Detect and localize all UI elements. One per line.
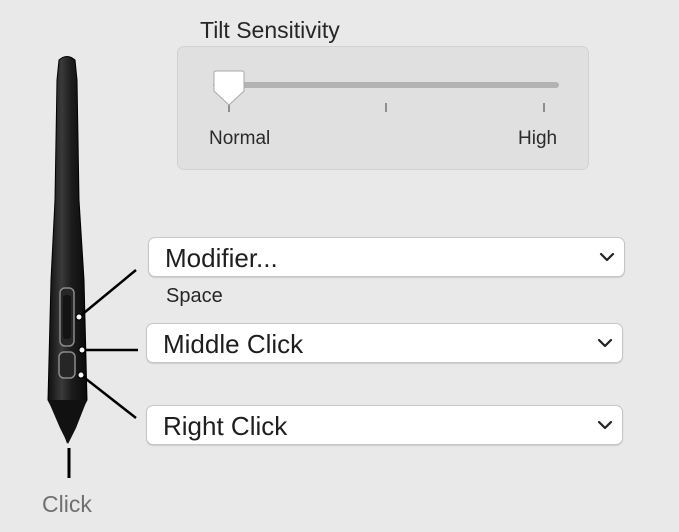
lower-switch-selected-value: Right Click (163, 411, 288, 441)
middle-switch-selected-value: Middle Click (163, 329, 304, 359)
upper-switch-modifier-key: Space (166, 285, 223, 307)
chevron-down-icon (599, 252, 615, 262)
upper-switch-selected-value: Modifier... (165, 243, 278, 273)
upper-switch-dropdown[interactable]: Modifier... (148, 237, 625, 277)
pen-tip-label: Click (42, 491, 92, 517)
upper-switch-leader-line (78, 269, 137, 318)
lower-switch-leader-line (80, 374, 137, 419)
middle-switch-dropdown[interactable]: Middle Click (146, 323, 623, 363)
chevron-down-icon (597, 420, 613, 430)
chevron-down-icon (597, 338, 613, 348)
lower-switch-dropdown[interactable]: Right Click (146, 405, 623, 445)
